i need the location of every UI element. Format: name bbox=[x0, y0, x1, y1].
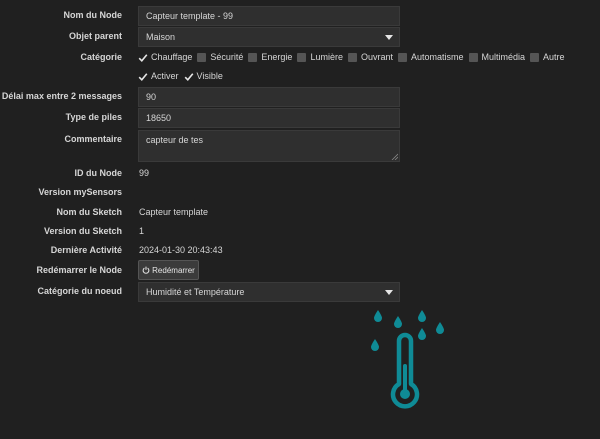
mysensors-version-label: Version mySensors bbox=[38, 187, 122, 197]
parent-object-value: Maison bbox=[146, 32, 176, 42]
max-delay-label: Délai max entre 2 messages bbox=[1, 91, 122, 101]
parent-object-label: Objet parent bbox=[68, 31, 122, 41]
sketch-version-value: 1 bbox=[139, 226, 145, 236]
node-name-label: Nom du Node bbox=[63, 10, 123, 20]
category-checkbox-label: Sécurité bbox=[210, 52, 244, 62]
category-checkbox-multimedia[interactable]: Multimédia bbox=[468, 52, 526, 62]
chevron-down-icon bbox=[385, 290, 393, 295]
last-activity-value: 2024-01-30 20:43:43 bbox=[139, 245, 223, 255]
checkbox-checked-icon[interactable] bbox=[184, 72, 193, 81]
battery-type-label: Type de piles bbox=[65, 112, 122, 122]
flag-checkbox-label: Visible bbox=[196, 71, 223, 81]
category-checkbox-label: Energie bbox=[261, 52, 293, 62]
node-category-select[interactable]: Humidité et Température bbox=[138, 282, 400, 302]
flag-checkbox-activer[interactable]: Activer bbox=[138, 71, 179, 81]
flags-checkboxes: Activer Visible bbox=[138, 71, 228, 81]
node-id-value: 99 bbox=[139, 168, 150, 178]
category-label: Catégorie bbox=[80, 52, 122, 62]
category-checkbox-label: Automatisme bbox=[410, 52, 464, 62]
checkbox-unchecked-icon[interactable] bbox=[297, 52, 307, 62]
checkbox-unchecked-icon[interactable] bbox=[530, 52, 540, 62]
max-delay-input[interactable] bbox=[138, 87, 400, 107]
category-checkbox-ouvrant[interactable]: Ouvrant bbox=[347, 52, 393, 62]
restart-button[interactable]: Redémarrer bbox=[138, 260, 199, 280]
restart-label: Redémarrer le Node bbox=[36, 265, 122, 275]
category-checkbox-label: Autre bbox=[543, 52, 565, 62]
comment-textarea[interactable]: capteur de tes bbox=[138, 130, 400, 162]
checkbox-unchecked-icon[interactable] bbox=[197, 52, 207, 62]
last-activity-label: Dernière Activité bbox=[50, 245, 122, 255]
power-icon bbox=[142, 266, 150, 274]
resize-grip-icon[interactable] bbox=[391, 153, 398, 160]
node-category-label: Catégorie du noeud bbox=[37, 286, 122, 296]
category-checkbox-lumiere[interactable]: Lumière bbox=[297, 52, 343, 62]
sketch-name-value: Capteur template bbox=[139, 207, 209, 217]
restart-button-label: Redémarrer bbox=[152, 265, 195, 275]
category-checkbox-autre[interactable]: Autre bbox=[530, 52, 565, 62]
checkbox-unchecked-icon[interactable] bbox=[248, 52, 258, 62]
battery-type-input[interactable] bbox=[138, 108, 400, 128]
category-checkbox-label: Multimédia bbox=[481, 52, 526, 62]
category-checkbox-label: Ouvrant bbox=[360, 52, 393, 62]
parent-object-select[interactable]: Maison bbox=[138, 27, 400, 47]
checkbox-unchecked-icon[interactable] bbox=[397, 52, 407, 62]
category-checkboxes: Chauffage Sécurité Energie Lumière Ouvrant Au… bbox=[138, 52, 570, 62]
chevron-down-icon bbox=[385, 35, 393, 40]
sketch-name-label: Nom du Sketch bbox=[56, 207, 122, 217]
checkbox-unchecked-icon[interactable] bbox=[347, 52, 357, 62]
comment-label: Commentaire bbox=[64, 134, 122, 144]
category-checkbox-chauffage[interactable]: Chauffage bbox=[138, 52, 192, 62]
flag-checkbox-visible[interactable]: Visible bbox=[184, 71, 223, 81]
category-checkbox-automatisme[interactable]: Automatisme bbox=[397, 52, 464, 62]
category-checkbox-securite[interactable]: Sécurité bbox=[197, 52, 243, 62]
checkbox-unchecked-icon[interactable] bbox=[468, 52, 478, 62]
node-category-value: Humidité et Température bbox=[146, 287, 245, 297]
thermometer-rain-icon bbox=[371, 310, 444, 409]
node-id-label: ID du Node bbox=[74, 168, 123, 178]
checkbox-checked-icon[interactable] bbox=[138, 53, 148, 62]
flag-checkbox-label: Activer bbox=[151, 71, 179, 81]
checkbox-checked-icon[interactable] bbox=[138, 72, 148, 81]
node-name-input[interactable] bbox=[138, 6, 400, 26]
sketch-version-label: Version du Sketch bbox=[43, 226, 122, 236]
category-checkbox-label: Chauffage bbox=[151, 52, 193, 62]
category-checkbox-energie[interactable]: Energie bbox=[248, 52, 292, 62]
category-checkbox-label: Lumière bbox=[310, 52, 343, 62]
